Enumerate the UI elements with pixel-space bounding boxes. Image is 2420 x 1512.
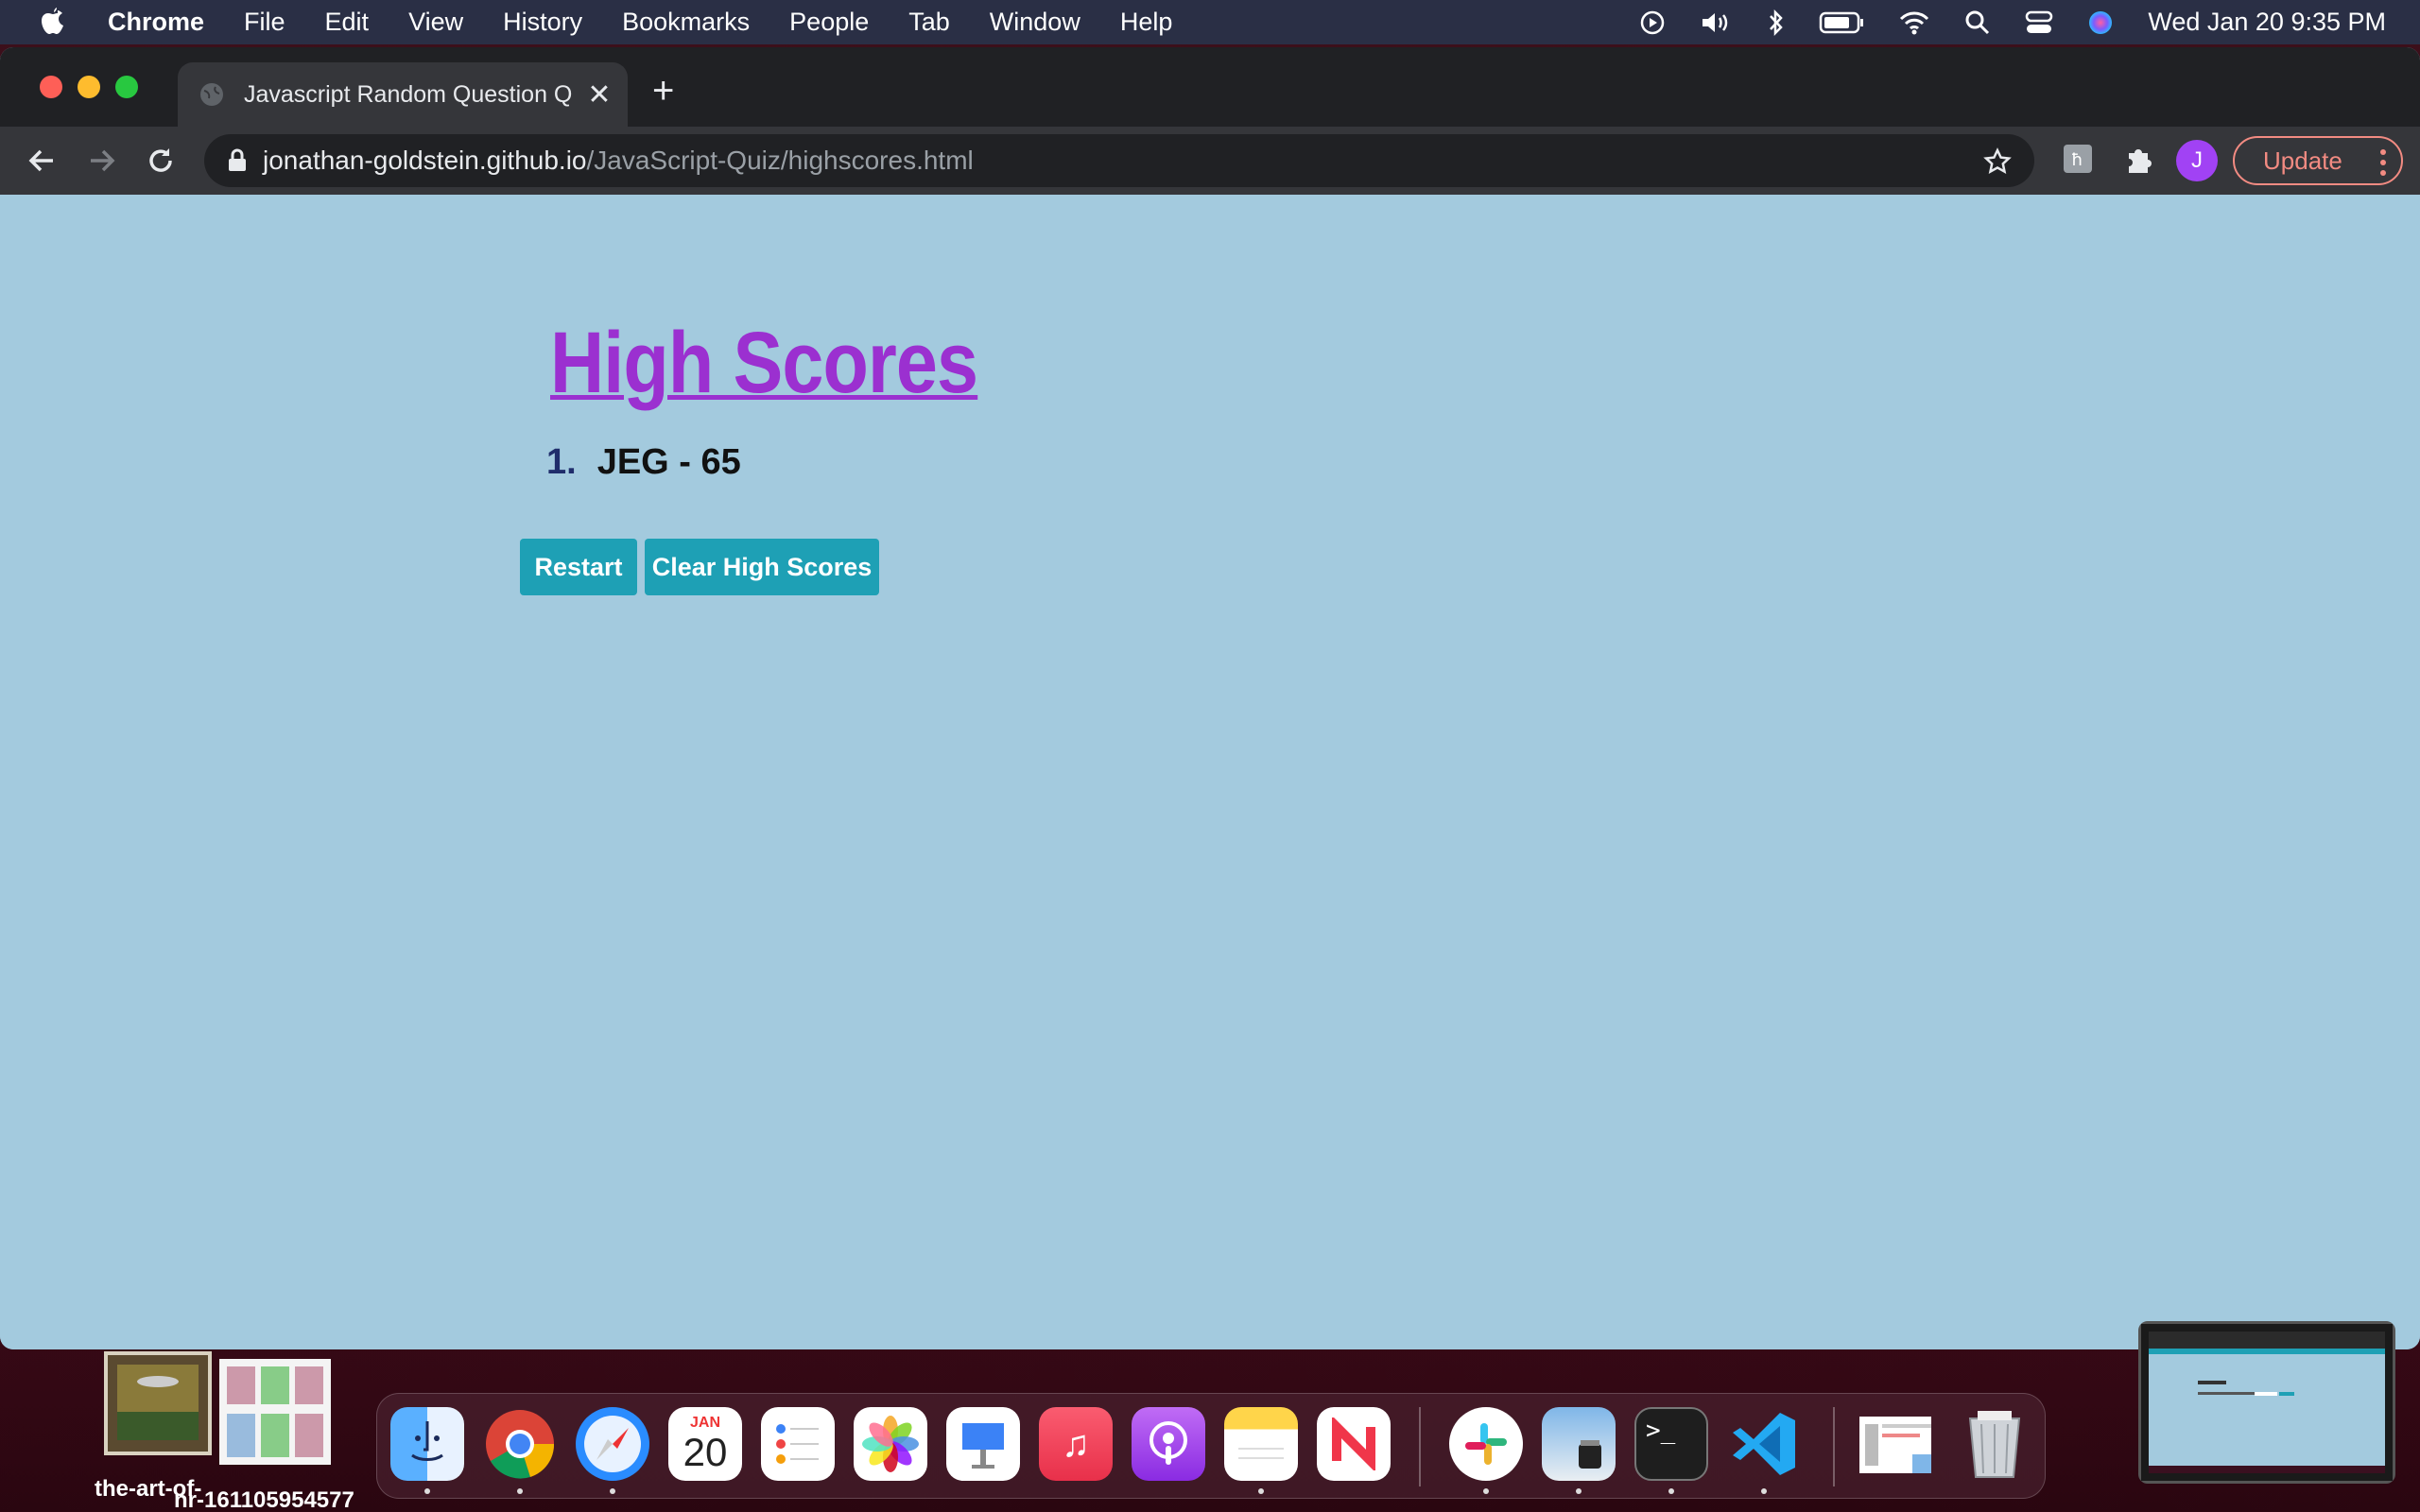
reload-icon[interactable] — [144, 144, 178, 178]
siri-icon[interactable] — [2087, 9, 2114, 36]
spotlight-search-icon[interactable] — [1964, 9, 1991, 36]
menu-window[interactable]: Window — [990, 8, 1080, 37]
lock-icon[interactable] — [227, 148, 248, 173]
back-arrow-icon[interactable] — [25, 144, 59, 178]
menu-help[interactable]: Help — [1120, 8, 1173, 37]
menu-history[interactable]: History — [503, 8, 582, 37]
dock-separator — [1419, 1407, 1421, 1486]
tab-strip: Javascript Random Question Q ✕ + — [0, 47, 2420, 127]
menu-app-chrome[interactable]: Chrome — [108, 8, 204, 37]
apple-icon[interactable] — [40, 7, 78, 38]
score-rank: 1. — [546, 442, 577, 482]
running-indicator — [1483, 1488, 1489, 1494]
bluetooth-icon[interactable] — [1768, 9, 1785, 37]
forward-arrow-icon[interactable] — [85, 144, 119, 178]
volume-icon[interactable] — [1700, 9, 1734, 36]
menu-bookmarks[interactable]: Bookmarks — [622, 8, 750, 37]
page-content: High Scores 1. JEG - 65 Restart Clear Hi… — [0, 195, 2420, 1349]
minimize-window-button[interactable] — [78, 76, 100, 98]
menu-bar: Chrome File Edit View History Bookmarks … — [0, 0, 2420, 44]
restart-button[interactable]: Restart — [520, 539, 637, 595]
tab-title: Javascript Random Question Q — [244, 80, 573, 108]
new-tab-icon[interactable]: + — [652, 70, 674, 112]
globe-icon — [199, 81, 225, 108]
battery-icon[interactable] — [1819, 10, 1864, 35]
dock: JAN 20 ♫ >_ — [376, 1393, 2046, 1499]
safari-icon[interactable] — [576, 1407, 649, 1481]
menu-people[interactable]: People — [789, 8, 869, 37]
address-bar[interactable]: jonathan-goldstein.github.io/JavaScript-… — [204, 134, 2034, 187]
finder-icon[interactable] — [390, 1407, 464, 1481]
podcasts-icon[interactable] — [1132, 1407, 1205, 1481]
slack-icon[interactable] — [1449, 1407, 1523, 1481]
play-status-icon[interactable] — [1639, 9, 1666, 36]
update-button[interactable]: Update — [2233, 136, 2403, 185]
screenshot-preview-thumbnail[interactable] — [2138, 1321, 2395, 1484]
wifi-icon[interactable] — [1898, 9, 1930, 36]
reminders-icon[interactable] — [761, 1407, 835, 1481]
window-controls — [40, 76, 138, 98]
music-icon[interactable]: ♫ — [1039, 1407, 1113, 1481]
running-indicator — [1761, 1488, 1767, 1494]
menu-clock[interactable]: Wed Jan 20 9:35 PM — [2148, 8, 2386, 37]
menu-view[interactable]: View — [408, 8, 463, 37]
extensions-puzzle-icon[interactable] — [2123, 144, 2155, 176]
running-indicator — [1668, 1488, 1674, 1494]
clear-high-scores-button[interactable]: Clear High Scores — [645, 539, 879, 595]
running-indicator — [517, 1488, 523, 1494]
dock-separator — [1833, 1407, 1835, 1486]
extension-icon[interactable]: ħ — [2063, 144, 2093, 174]
update-label: Update — [2263, 146, 2342, 175]
vscode-icon[interactable] — [1727, 1407, 1801, 1481]
calendar-icon[interactable]: JAN 20 — [668, 1407, 742, 1481]
menu-file[interactable]: File — [244, 8, 285, 37]
trash-icon[interactable] — [1958, 1407, 2031, 1481]
browser-toolbar: jonathan-goldstein.github.io/JavaScript-… — [0, 127, 2420, 195]
preview-icon[interactable] — [1542, 1407, 1616, 1481]
svg-text:ħ: ħ — [2071, 150, 2083, 170]
desktop-file-thumbnail[interactable] — [219, 1359, 331, 1465]
zoom-window-button[interactable] — [115, 76, 138, 98]
running-indicator — [610, 1488, 615, 1494]
news-icon[interactable] — [1317, 1407, 1391, 1481]
tab-active[interactable]: Javascript Random Question Q ✕ — [178, 62, 628, 127]
calendar-day: 20 — [683, 1430, 728, 1474]
running-indicator — [1258, 1488, 1264, 1494]
more-menu-icon[interactable] — [2378, 146, 2388, 186]
chrome-icon[interactable] — [483, 1407, 557, 1481]
url-path: /JavaScript-Quiz/highscores.html — [586, 146, 974, 175]
running-indicator — [424, 1488, 430, 1494]
notes-icon[interactable] — [1224, 1407, 1298, 1481]
photos-icon[interactable] — [854, 1407, 927, 1481]
terminal-icon[interactable]: >_ — [1634, 1407, 1708, 1481]
control-center-icon[interactable] — [2025, 9, 2053, 36]
url-host: jonathan-goldstein.github.io — [263, 146, 587, 175]
menu-tab[interactable]: Tab — [908, 8, 950, 37]
menu-edit[interactable]: Edit — [325, 8, 370, 37]
keynote-icon[interactable] — [946, 1407, 1020, 1481]
high-score-list: 1. JEG - 65 — [546, 442, 741, 483]
bookmark-star-icon[interactable] — [1983, 147, 2012, 176]
profile-avatar[interactable]: J — [2176, 140, 2218, 181]
desktop-file-thumbnail[interactable] — [104, 1351, 212, 1455]
tab-close-icon[interactable]: ✕ — [580, 78, 618, 112]
page-title: High Scores — [550, 315, 978, 411]
score-entry: JEG - 65 — [596, 442, 741, 482]
running-indicator — [1576, 1488, 1582, 1494]
desktop-file-label[interactable]: nr-161105954577 — [174, 1487, 354, 1512]
recent-screenshot-stack-icon[interactable] — [1858, 1407, 1931, 1481]
close-window-button[interactable] — [40, 76, 62, 98]
